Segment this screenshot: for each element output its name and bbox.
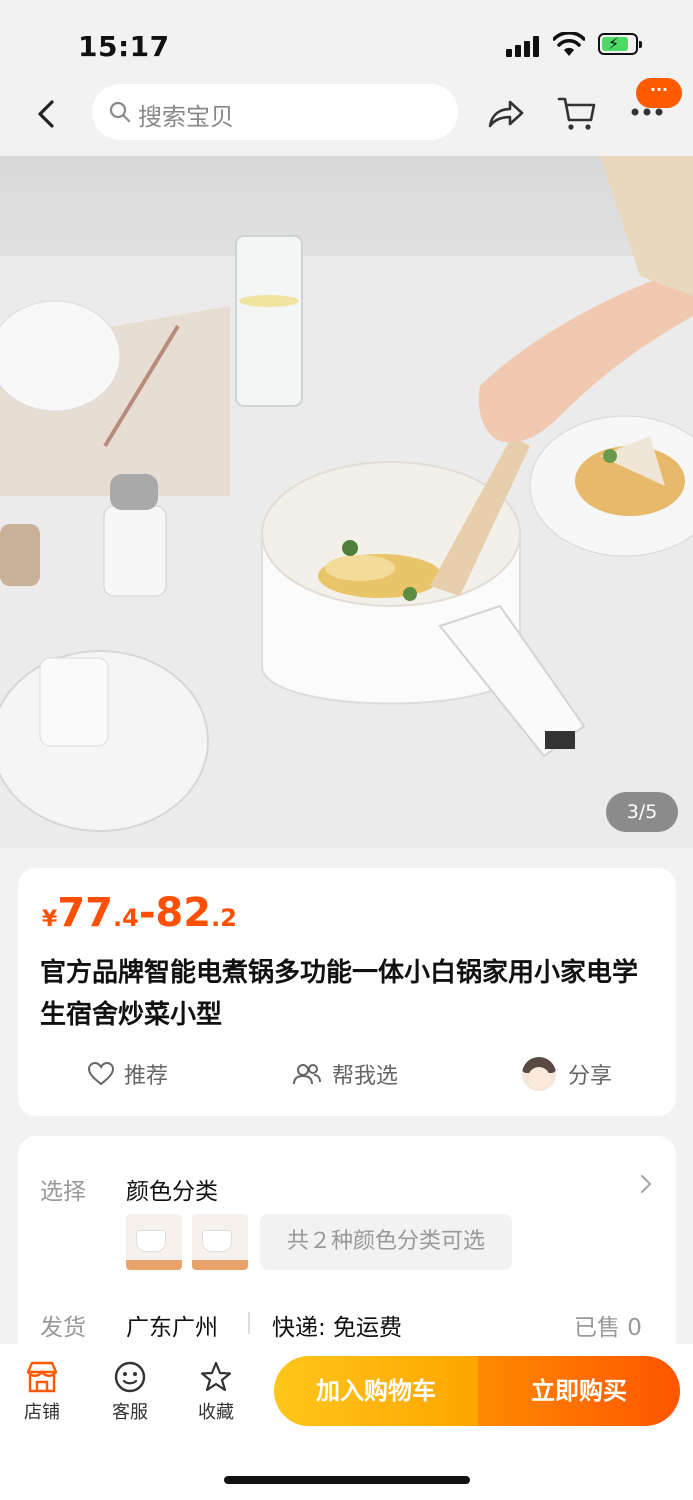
heart-icon xyxy=(88,1062,114,1086)
recommend-label: 推荐 xyxy=(124,1064,169,1089)
product-info-card: ¥77.4-82.2 官方品牌智能电煮锅多功能一体小白锅家用小家电学生宿舍炒菜小… xyxy=(18,868,676,1116)
variant-thumbnail[interactable] xyxy=(126,1214,182,1270)
signal-icon xyxy=(506,35,542,57)
message-badge[interactable]: ··· xyxy=(636,78,682,108)
price-currency: ¥ xyxy=(42,907,58,932)
product-photo-illustration xyxy=(0,156,693,848)
store-icon xyxy=(26,1361,58,1393)
status-time: 15:17 xyxy=(78,30,170,63)
price-separator: - xyxy=(138,890,156,936)
cart-icon[interactable] xyxy=(556,92,598,134)
service-label: 客服 xyxy=(112,1402,148,1423)
variant-thumbnail[interactable] xyxy=(192,1214,248,1270)
share-label: 分享 xyxy=(568,1064,613,1089)
customer-service-icon xyxy=(114,1361,146,1393)
search-input[interactable]: 搜索宝贝 xyxy=(92,84,458,140)
price-range: ¥77.4-82.2 xyxy=(42,890,237,936)
sold-count: 已售 0 xyxy=(574,1315,642,1341)
buy-now-button[interactable]: 立即购买 xyxy=(478,1356,680,1426)
back-arrow-icon[interactable] xyxy=(28,94,64,134)
recommend-button[interactable]: 推荐 xyxy=(88,1054,168,1094)
divider xyxy=(248,1312,250,1334)
wifi-icon xyxy=(553,32,585,56)
help-choose-button[interactable]: 帮我选 xyxy=(292,1054,398,1094)
product-image[interactable] xyxy=(0,156,693,848)
bottom-action-bar: 店铺 客服 收藏 加入购物车 立即购买 xyxy=(0,1344,693,1500)
favorite-tab[interactable]: 收藏 xyxy=(186,1360,246,1424)
select-label: 选择 xyxy=(40,1179,86,1205)
variants-count-chip[interactable]: 共２种颜色分类可选 xyxy=(260,1214,512,1270)
price-high-dec: .2 xyxy=(211,904,237,932)
share-icon[interactable] xyxy=(486,94,526,134)
select-value[interactable]: 颜色分类 xyxy=(126,1172,218,1206)
share-button[interactable]: 分享 xyxy=(522,1054,612,1094)
help-choose-label: 帮我选 xyxy=(332,1064,399,1089)
shop-label: 店铺 xyxy=(24,1402,60,1423)
add-to-cart-button[interactable]: 加入购物车 xyxy=(274,1356,478,1426)
star-icon xyxy=(200,1361,232,1392)
search-placeholder: 搜索宝贝 xyxy=(138,103,234,131)
product-title: 官方品牌智能电煮锅多功能一体小白锅家用小家电学生宿舍炒菜小型 xyxy=(40,958,639,1030)
home-indicator xyxy=(224,1476,470,1484)
service-tab[interactable]: 客服 xyxy=(100,1360,160,1424)
price-low-dec: .4 xyxy=(112,904,139,932)
top-nav: 搜索宝贝 ··· xyxy=(0,78,693,156)
shop-tab[interactable]: 店铺 xyxy=(12,1360,72,1424)
image-counter: 3/5 xyxy=(606,792,678,832)
ship-from: 广东广州 xyxy=(126,1315,218,1341)
price-low-int: 77 xyxy=(57,890,113,936)
avatar xyxy=(522,1057,556,1091)
people-icon xyxy=(293,1064,321,1085)
options-card: 选择 颜色分类 共２种颜色分类可选 发货 广东广州 快递: 免运费 已售 0 xyxy=(18,1136,676,1366)
shipping-label: 发货 xyxy=(40,1315,86,1341)
favorite-label: 收藏 xyxy=(198,1402,234,1423)
product-actions: 推荐 帮我选 分享 xyxy=(18,1054,676,1094)
battery-icon: ⚡ xyxy=(598,33,642,55)
chevron-right-icon[interactable] xyxy=(638,1172,654,1196)
status-bar: 15:17 ⚡ xyxy=(0,0,693,80)
search-icon xyxy=(109,101,131,123)
price-high-int: 82 xyxy=(155,890,212,936)
delivery-fee: 快递: 免运费 xyxy=(272,1315,403,1341)
